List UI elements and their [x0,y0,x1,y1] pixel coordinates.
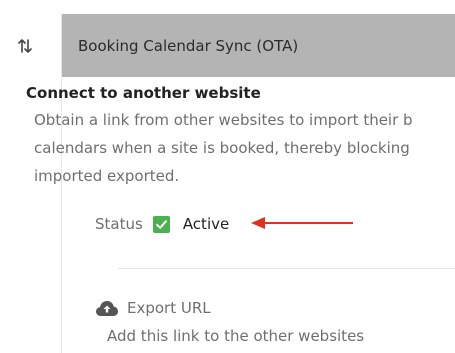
status-label: Status [95,215,143,233]
section-title: Connect to another website [26,84,261,102]
description-line-3: imported exported. [34,167,180,185]
sort-arrows-icon[interactable] [16,37,34,55]
panel-header[interactable]: Booking Calendar Sync (OTA) [62,14,455,77]
checkmark-icon [155,219,167,229]
export-url-row: Export URL [95,297,211,319]
panel-header-title: Booking Calendar Sync (OTA) [78,36,299,55]
section-divider [118,268,455,269]
status-value: Active [182,215,230,233]
cloud-upload-icon [96,301,118,316]
description-line-2: calendars when a site is booked, thereby… [34,139,410,157]
description-line-1: Obtain a link from other websites to imp… [34,111,413,129]
status-checkbox[interactable] [152,215,170,233]
export-url-description: Add this link to the other websites [107,327,365,345]
status-row: Status Active [95,213,229,235]
red-arrow-annotation [251,217,353,229]
export-url-title: Export URL [127,299,211,317]
